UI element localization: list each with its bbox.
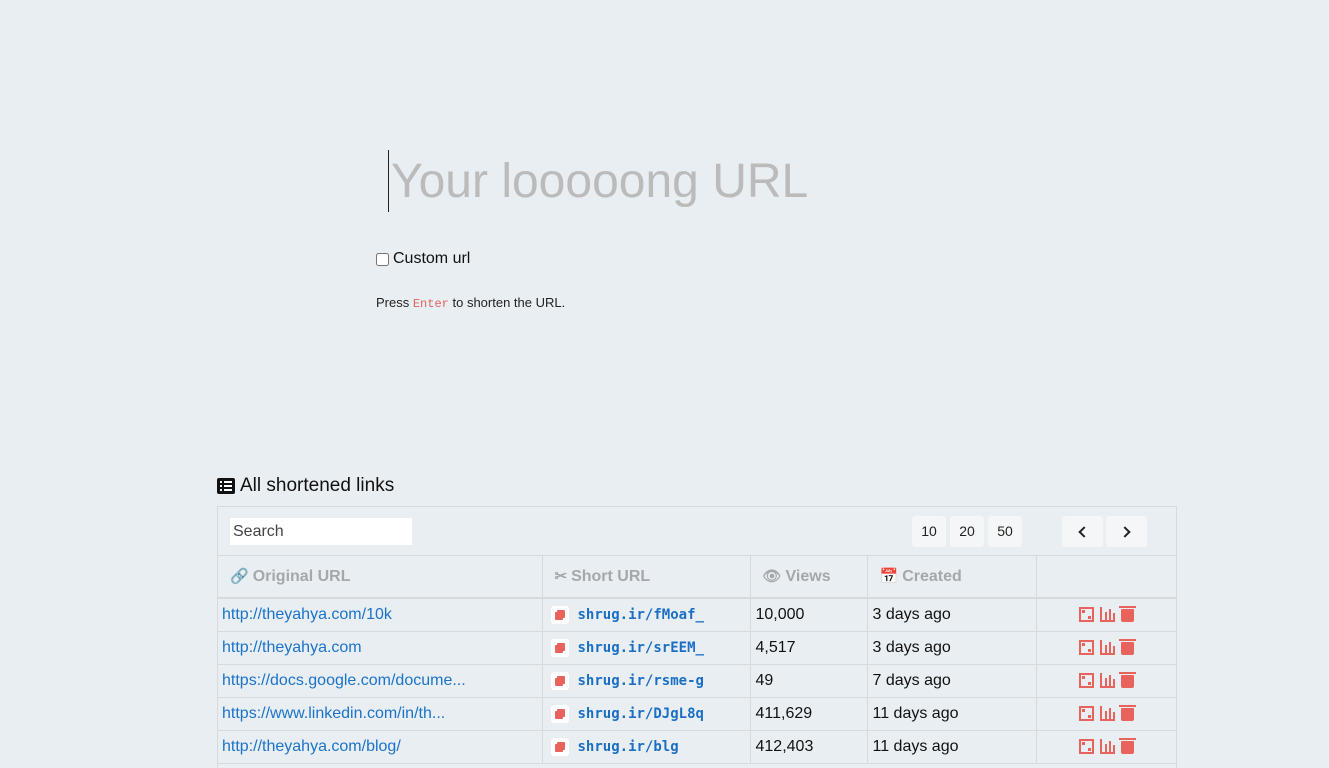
header-short-label: Short URL — [571, 568, 651, 585]
header-short-url[interactable]: ✂ Short URL — [542, 556, 751, 599]
hint-suffix: to shorten the URL. — [452, 295, 566, 310]
table-row: https://www.linkedin.com/in/th... shrug.… — [218, 697, 1176, 731]
table-row: https://docs.google.com/docume... shrug.… — [218, 664, 1176, 698]
original-url-link[interactable]: http://theyahya.com/blog/ — [222, 738, 401, 755]
actions-cell — [1036, 697, 1176, 731]
bar-chart-icon[interactable] — [1099, 639, 1115, 655]
short-url-link[interactable]: shrug.ir/blg — [578, 739, 679, 755]
original-url-cell: https://www.linkedin.com/in/th... — [218, 697, 543, 731]
views-cell: 10,000 — [750, 598, 868, 632]
short-url-cell: shrug.ir/blg — [542, 730, 751, 764]
actions-cell — [1036, 730, 1176, 764]
trash-icon[interactable] — [1118, 704, 1136, 721]
trash-icon[interactable] — [1118, 638, 1136, 655]
hint-prefix: Press — [376, 295, 410, 310]
page-size-20-button[interactable]: 20 — [950, 516, 984, 547]
short-url-cell: shrug.ir/DJgL8q — [542, 697, 751, 731]
original-url-cell: https://docs.google.com/docume... — [218, 664, 543, 698]
copy-icon[interactable] — [550, 704, 569, 723]
short-url-cell: shrug.ir/fMoaf_ — [542, 598, 751, 632]
qrcode-icon[interactable] — [1078, 672, 1094, 688]
trash-icon[interactable] — [1118, 671, 1136, 688]
table-row: http://theyahya.com/10k shrug.ir/fMoaf_ … — [218, 598, 1176, 632]
header-created-label: Created — [902, 568, 962, 585]
copy-icon[interactable] — [550, 638, 569, 657]
eye-icon: 👁 — [762, 568, 782, 585]
copy-icon[interactable] — [550, 671, 569, 690]
section-title-text: All shortened links — [240, 475, 395, 496]
views-cell: 4,517 — [750, 631, 868, 665]
header-original-url[interactable]: 🔗 Original URL — [218, 556, 543, 599]
short-url-link[interactable]: shrug.ir/rsme-g — [578, 673, 704, 689]
copy-icon[interactable] — [550, 737, 569, 756]
original-url-cell: http://theyahya.com — [218, 631, 543, 665]
original-url-cell: http://theyahya.com/blog/ — [218, 730, 543, 764]
header-actions — [1036, 556, 1176, 599]
table-header-row: 🔗 Original URL ✂ Short URL 👁 Views 📅 Created — [218, 556, 1176, 599]
prev-page-button[interactable] — [1062, 516, 1103, 547]
qrcode-icon[interactable] — [1078, 705, 1094, 721]
page-size-10-button[interactable]: 10 — [912, 516, 946, 547]
short-url-cell: shrug.ir/rsme-g — [542, 664, 751, 698]
original-url-link[interactable]: http://theyahya.com — [222, 639, 362, 656]
views-cell: 412,403 — [750, 730, 868, 764]
bar-chart-icon[interactable] — [1099, 607, 1115, 623]
views-cell: 49 — [750, 664, 868, 698]
original-url-link[interactable]: http://theyahya.com/10k — [222, 606, 392, 623]
hint-key: Enter — [412, 297, 449, 311]
table-toolbar: 10 20 50 — [218, 507, 1176, 556]
trash-icon[interactable] — [1118, 737, 1136, 754]
custom-url-option[interactable]: Custom url — [376, 250, 470, 268]
views-cell: 411,629 — [750, 697, 868, 731]
short-url-link[interactable]: shrug.ir/fMoaf_ — [578, 607, 704, 623]
list-icon — [217, 478, 235, 494]
url-input-wrapper — [388, 150, 988, 212]
links-table: 🔗 Original URL ✂ Short URL 👁 Views 📅 Created… — [218, 556, 1176, 764]
qrcode-icon[interactable] — [1078, 738, 1094, 754]
chevron-left-icon — [1078, 525, 1090, 538]
short-url-link[interactable]: shrug.ir/DJgL8q — [578, 706, 704, 722]
enter-hint: Press Enter to shorten the URL. — [376, 295, 565, 311]
table-row: http://theyahya.com shrug.ir/srEEM_ 4,51… — [218, 631, 1176, 665]
created-cell: 7 days ago — [867, 664, 1037, 698]
original-url-link[interactable]: https://www.linkedin.com/in/th... — [222, 705, 445, 722]
bar-chart-icon[interactable] — [1099, 705, 1115, 721]
header-views[interactable]: 👁 Views — [750, 556, 868, 599]
qrcode-icon[interactable] — [1078, 607, 1094, 623]
short-url-link[interactable]: shrug.ir/srEEM_ — [578, 640, 704, 656]
header-views-label: Views — [785, 568, 831, 585]
created-cell: 11 days ago — [867, 697, 1037, 731]
section-title: All shortened links — [217, 475, 394, 497]
calendar-icon: 📅 — [879, 568, 899, 585]
created-cell: 3 days ago — [867, 598, 1037, 632]
long-url-input[interactable] — [388, 150, 988, 212]
actions-cell — [1036, 598, 1176, 632]
trash-icon[interactable] — [1118, 606, 1136, 623]
qrcode-icon[interactable] — [1078, 639, 1094, 655]
short-url-cell: shrug.ir/srEEM_ — [542, 631, 751, 665]
custom-url-checkbox[interactable] — [376, 252, 389, 266]
custom-url-label: Custom url — [393, 250, 471, 267]
original-url-cell: http://theyahya.com/10k — [218, 598, 543, 632]
copy-icon[interactable] — [550, 605, 569, 624]
bar-chart-icon[interactable] — [1099, 738, 1115, 754]
actions-cell — [1036, 664, 1176, 698]
header-original-label: Original URL — [252, 568, 351, 585]
original-url-link[interactable]: https://docs.google.com/docume... — [222, 672, 466, 689]
actions-cell — [1036, 631, 1176, 665]
next-page-button[interactable] — [1106, 516, 1147, 547]
header-created[interactable]: 📅 Created — [867, 556, 1037, 599]
chevron-right-icon — [1119, 525, 1131, 538]
table-row: http://theyahya.com/blog/ shrug.ir/blg 4… — [218, 730, 1176, 764]
created-cell: 3 days ago — [867, 631, 1037, 665]
links-table-panel: 10 20 50 🔗Original URL ✂Short URL — [217, 506, 1177, 768]
search-input[interactable] — [230, 518, 412, 545]
page-size-50-button[interactable]: 50 — [988, 516, 1022, 547]
bar-chart-icon[interactable] — [1099, 672, 1115, 688]
scissors-icon: ✂ — [554, 568, 568, 585]
link-icon: 🔗 — [230, 568, 249, 585]
created-cell: 11 days ago — [867, 730, 1037, 764]
